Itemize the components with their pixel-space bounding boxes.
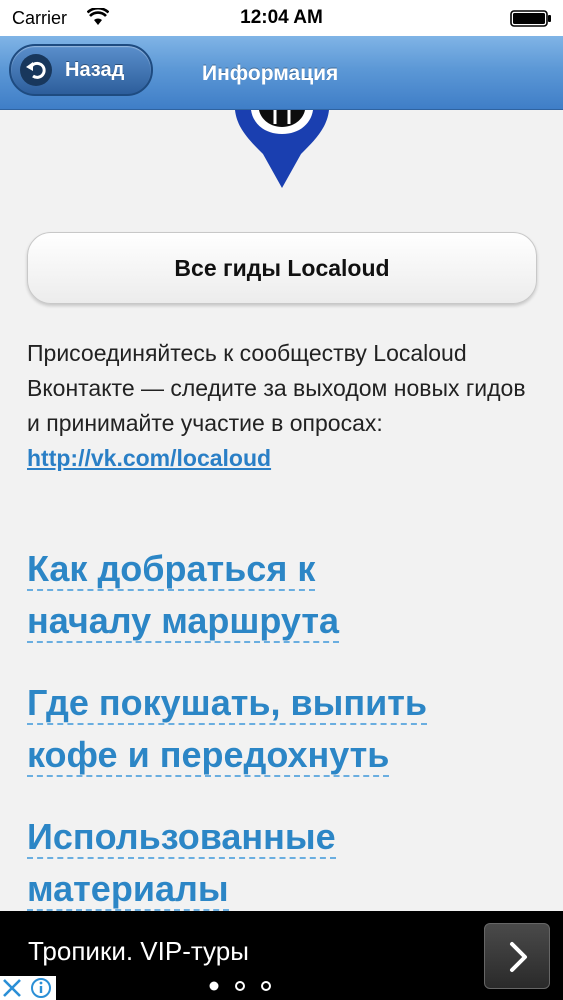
ad-banner[interactable]: Тропики. VIP-туры <box>0 911 563 1000</box>
section-line: материалы <box>27 868 229 911</box>
section-line: Использованные <box>27 816 336 859</box>
nav-bar: Назад Информация <box>0 36 563 110</box>
section-line: кофе и передохнуть <box>27 734 390 777</box>
community-info-text: Присоединяйтесь к сообществу Localoud Вк… <box>27 340 526 436</box>
ad-page-indicator <box>209 981 271 991</box>
status-bar: Carrier 12:04 AM <box>0 0 563 36</box>
vk-link[interactable]: http://vk.com/localoud <box>27 441 271 476</box>
ad-text: Тропики. VIP-туры <box>28 936 249 966</box>
ad-open-button[interactable] <box>484 923 550 989</box>
chevron-right-icon <box>510 942 527 972</box>
map-pin-icon <box>235 110 329 188</box>
section-line: Где покушать, выпить <box>27 682 427 725</box>
clock: 12:04 AM <box>240 7 323 28</box>
ad-controls <box>0 976 56 1000</box>
back-button-label: Назад <box>65 59 125 81</box>
section-how-to-get[interactable]: Как добраться к началу маршрута <box>27 543 547 647</box>
info-icon[interactable] <box>31 978 51 998</box>
section-materials[interactable]: Использованные материалы <box>27 811 547 915</box>
back-button[interactable]: Назад <box>9 44 153 96</box>
section-line: началу маршрута <box>27 600 340 643</box>
all-guides-button[interactable]: Все гиды Localoud <box>27 232 537 304</box>
page-title: Информация <box>202 62 339 85</box>
community-info: Присоединяйтесь к сообществу Localoud Вк… <box>27 336 537 476</box>
back-arrow-icon <box>20 54 52 86</box>
section-line: Как добраться к <box>27 548 316 591</box>
battery-icon <box>510 10 551 27</box>
close-icon[interactable] <box>3 979 21 997</box>
section-where-to-eat[interactable]: Где покушать, выпить кофе и передохнуть <box>27 677 547 781</box>
